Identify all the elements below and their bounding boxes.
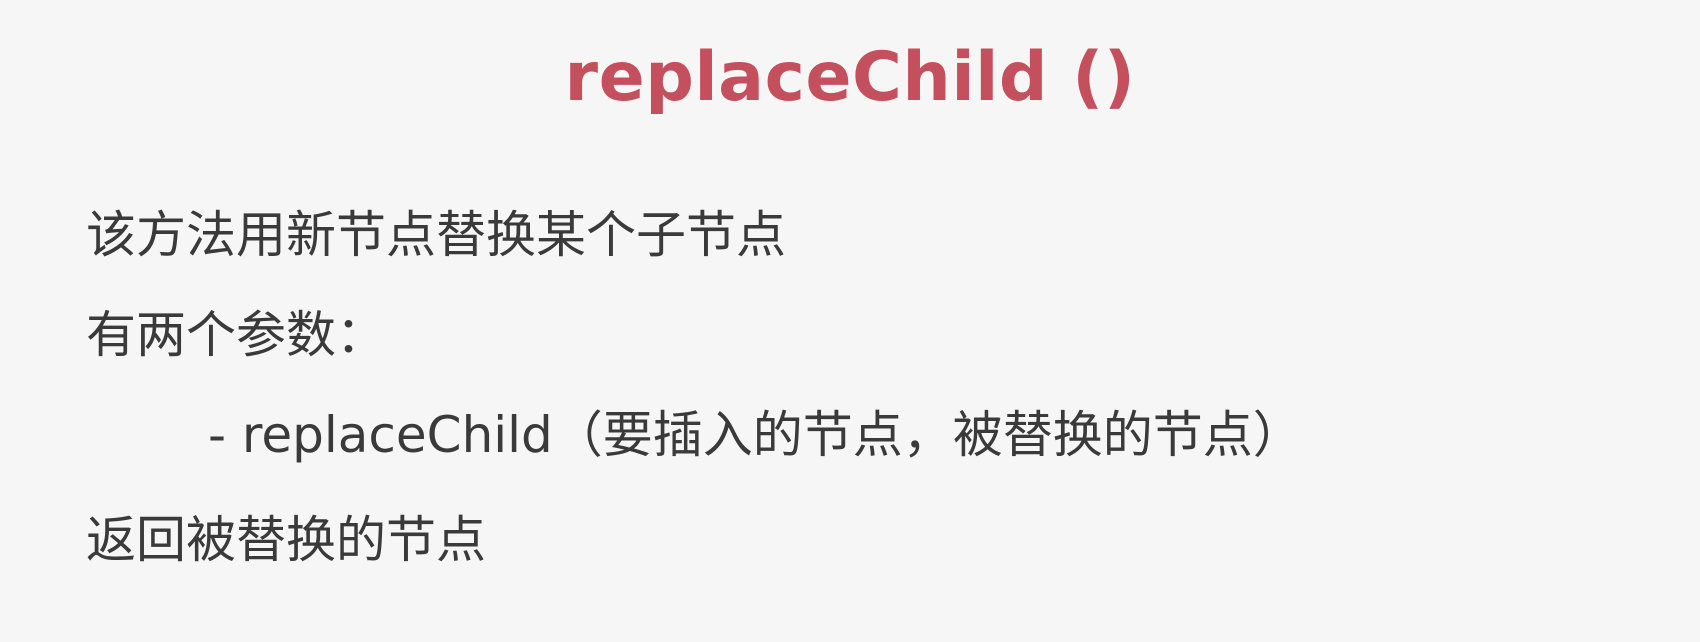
slide: replaceChild () 该方法用新节点替换某个子节点 有两个参数： - … <box>0 0 1700 642</box>
method-signature: - replaceChild（要插入的节点，被替换的节点） <box>208 406 1303 464</box>
description-line: 该方法用新节点替换某个子节点 <box>86 206 786 264</box>
return-value-line: 返回被替换的节点 <box>86 511 486 569</box>
slide-title: replaceChild () <box>564 38 1136 117</box>
parameters-heading: 有两个参数： <box>86 306 386 364</box>
